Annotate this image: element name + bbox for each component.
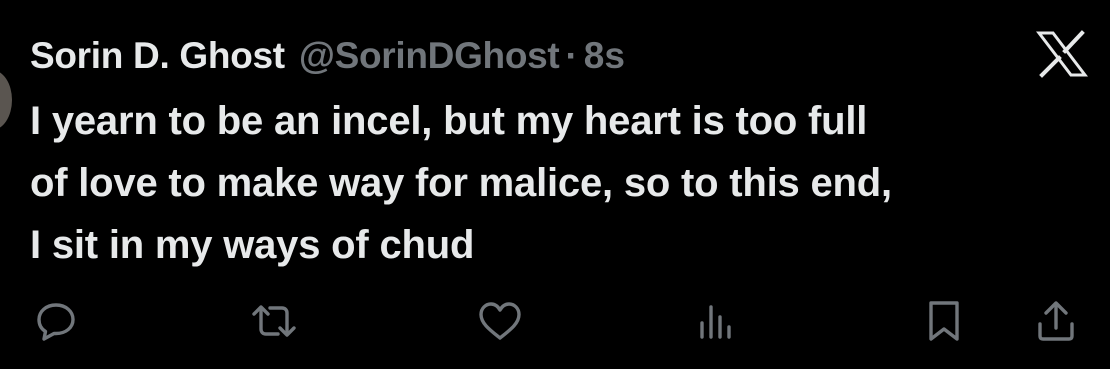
share-button[interactable] — [1030, 296, 1082, 346]
reply-icon — [34, 299, 78, 343]
tweet-text-line: of love to make way for malice, so to th… — [30, 161, 892, 205]
tweet-text-line: I sit in my ways of chud — [30, 223, 475, 267]
tweet-card[interactable]: Sorin D. Ghost @SorinDGhost · 8s I yearn… — [0, 0, 1110, 369]
tweet-text-line: I yearn to be an incel, but my heart is … — [30, 99, 868, 143]
user-handle[interactable]: @SorinDGhost — [299, 28, 560, 84]
like-button[interactable] — [474, 296, 526, 346]
display-name[interactable]: Sorin D. Ghost — [30, 28, 285, 84]
tweet-actions-bar — [0, 296, 1110, 346]
bookmark-icon — [922, 298, 966, 344]
heart-icon — [476, 299, 524, 343]
x-logo-icon — [1035, 30, 1089, 78]
views-button[interactable] — [690, 296, 742, 346]
views-chart-icon — [694, 299, 738, 343]
timestamp[interactable]: 8s — [584, 28, 625, 84]
share-icon — [1034, 298, 1078, 344]
tweet-header: Sorin D. Ghost @SorinDGhost · 8s — [30, 28, 625, 84]
retweet-icon — [249, 299, 299, 343]
separator-dot: · — [565, 35, 578, 76]
bookmark-button[interactable] — [918, 296, 970, 346]
retweet-button[interactable] — [248, 296, 300, 346]
reply-button[interactable] — [30, 296, 82, 346]
avatar[interactable] — [0, 70, 12, 130]
tweet-text: I yearn to be an incel, but my heart is … — [30, 90, 1080, 276]
